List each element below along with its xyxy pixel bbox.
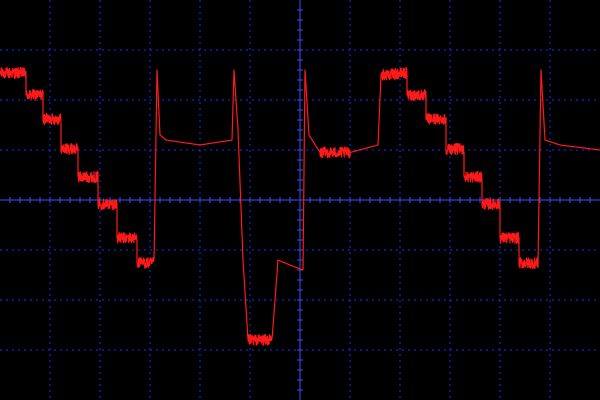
oscilloscope-display [0, 0, 600, 400]
